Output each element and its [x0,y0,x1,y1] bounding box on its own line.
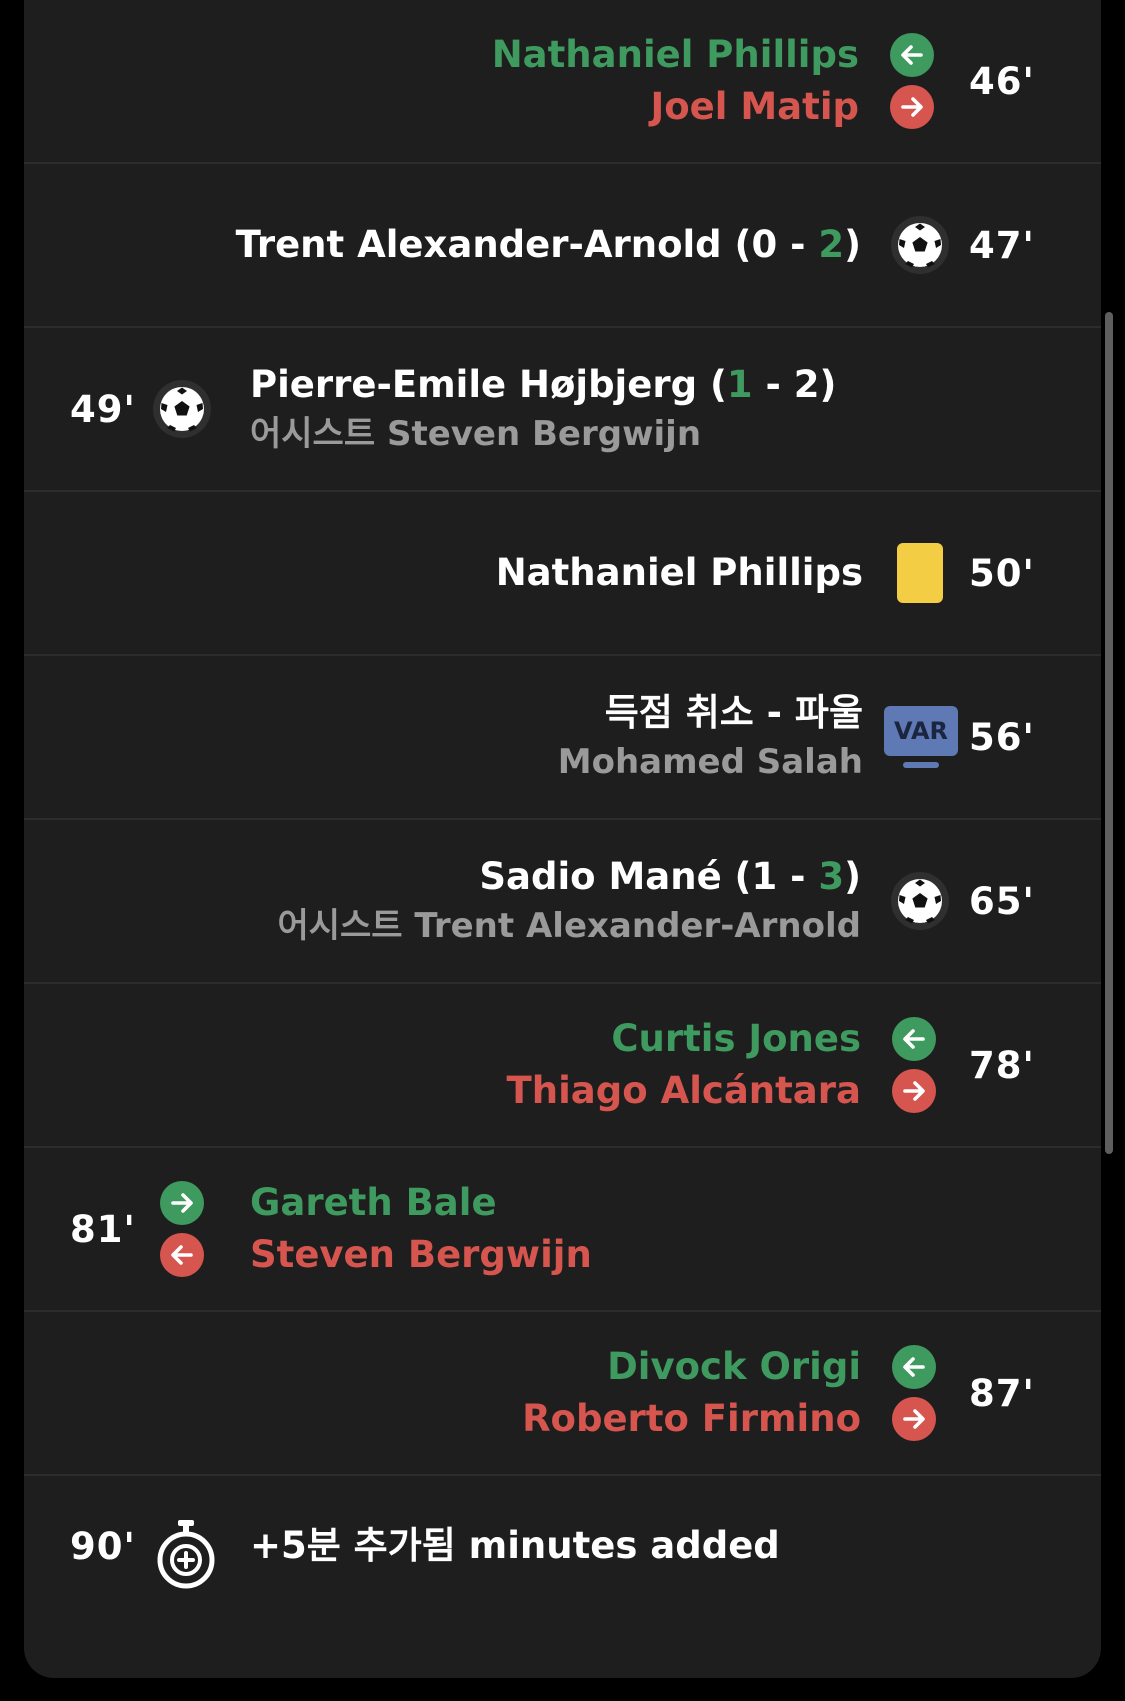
assist-text: 어시스트 Steven Bergwijn [250,414,702,454]
assist-text: 어시스트 Trent Alexander-Arnold [277,906,861,946]
event-minute: 50' [969,551,1035,595]
carded-player: Nathaniel Phillips [495,551,863,594]
event-minute: 78' [969,1043,1035,1087]
arrow-right-icon [890,85,934,129]
stopwatch-plus-icon [157,1520,215,1589]
event-row-added-time[interactable]: 90' +5분 추가됨 minutes added [24,1476,1101,1656]
player-out-name: Roberto Firmino [522,1397,861,1440]
event-row-yellow-card[interactable]: Nathaniel Phillips 50' [24,492,1101,656]
match-events-card: Nathaniel Phillips Joel Matip 46' Trent … [24,0,1101,1678]
event-minute: 56' [969,715,1035,759]
event-minute: 46' [969,59,1035,103]
soccer-ball-icon [152,379,212,439]
player-out-name: Joel Matip [650,85,860,128]
event-row-substitution[interactable]: Curtis Jones Thiago Alcántara 78' [24,984,1101,1148]
event-minute: 87' [969,1371,1035,1415]
yellow-card-icon [897,543,943,603]
event-row-substitution[interactable]: Nathaniel Phillips Joel Matip 46' [24,0,1101,164]
event-row-substitution[interactable]: 81' Gareth Bale Steven Bergwijn [24,1148,1101,1312]
arrow-left-icon [160,1233,204,1277]
arrow-right-icon [160,1181,204,1225]
player-in-name: Gareth Bale [250,1181,497,1224]
event-minute: 81' [70,1207,136,1251]
goal-scorer: Pierre-Emile Højbjerg (1 - 2) [250,363,837,406]
var-decision: 득점 취소 - 파울 [604,691,863,734]
event-minute: 65' [969,879,1035,923]
event-row-var[interactable]: 득점 취소 - 파울 Mohamed Salah VAR 56' [24,656,1101,820]
goal-scorer: Trent Alexander-Arnold (0 - 2) [235,223,861,266]
arrow-right-icon [892,1397,936,1441]
event-row-goal[interactable]: Trent Alexander-Arnold (0 - 2) 47' [24,164,1101,328]
var-player: Mohamed Salah [557,742,863,782]
event-row-substitution[interactable]: Divock Origi Roberto Firmino 87' [24,1312,1101,1476]
event-minute: 47' [969,223,1035,267]
goal-scorer: Sadio Mané (1 - 3) [479,855,861,898]
soccer-ball-icon [890,215,950,275]
event-minute: 49' [70,387,136,431]
player-in-name: Nathaniel Phillips [491,33,859,76]
var-monitor-icon: VAR [884,706,958,768]
player-out-name: Thiago Alcántara [506,1069,861,1112]
soccer-ball-icon [890,871,950,931]
event-minute: 90' [70,1524,136,1568]
player-out-name: Steven Bergwijn [250,1233,592,1276]
arrow-left-icon [892,1345,936,1389]
scrollbar[interactable] [1105,312,1113,1154]
event-row-goal[interactable]: 49' Pierre-Emile Højbjerg (1 - 2) 어시스트 S… [24,328,1101,492]
event-row-goal[interactable]: Sadio Mané (1 - 3) 어시스트 Trent Alexander-… [24,820,1101,984]
player-in-name: Divock Origi [607,1345,861,1388]
arrow-left-icon [892,1017,936,1061]
player-in-name: Curtis Jones [611,1017,861,1060]
arrow-left-icon [890,33,934,77]
added-time-text: +5분 추가됨 minutes added [250,1524,780,1567]
arrow-right-icon [892,1069,936,1113]
